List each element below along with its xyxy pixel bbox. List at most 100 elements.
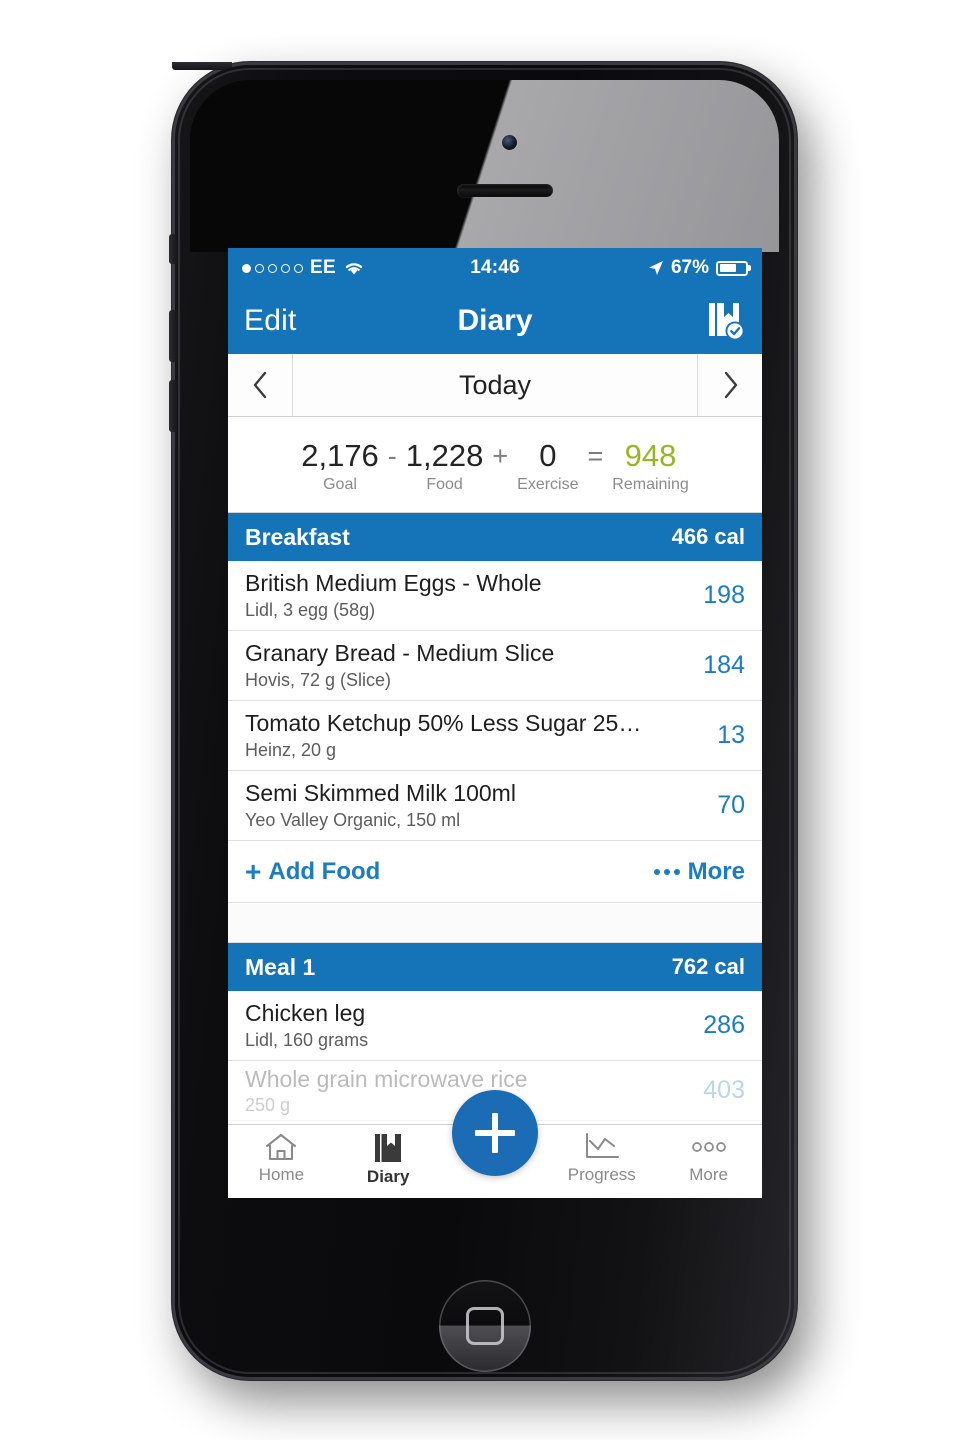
table-row[interactable]: Tomato Ketchup 50% Less Sugar 25… Heinz,… (228, 701, 762, 771)
table-row[interactable]: Semi Skimmed Milk 100ml Yeo Valley Organ… (228, 771, 762, 841)
operator-plus: + (492, 441, 509, 471)
food-calories: 403 (703, 1076, 745, 1105)
food-detail: Lidl, 3 egg (58g) (245, 599, 376, 620)
meal-name: Meal 1 (245, 953, 316, 980)
battery-percent-label: 67% (670, 257, 709, 278)
status-bar-left: EE (242, 257, 365, 279)
food-detail: Heinz, 20 g (245, 739, 337, 760)
tab-diary[interactable]: Diary (335, 1132, 442, 1187)
iphone-device: EE 14:46 67% Edit Diary Today 2,176 Goal… (169, 62, 797, 1380)
food-name: British Medium Eggs - Whole (245, 570, 542, 597)
meal-calories: 762 cal (671, 954, 745, 979)
exercise-value: 0 (539, 437, 557, 473)
food-calories: 13 (717, 720, 745, 749)
food-detail: Yeo Valley Organic, 150 ml (245, 809, 461, 830)
food-detail: Lidl, 160 grams (245, 1029, 369, 1050)
tab-label: Home (258, 1165, 305, 1184)
add-food-row: + Add Food More (228, 841, 762, 903)
phone-top-glass (190, 80, 779, 252)
home-icon (266, 1133, 297, 1161)
food-text: Semi Skimmed Milk 100ml Yeo Valley Organ… (245, 779, 717, 830)
phone-screen: EE 14:46 67% Edit Diary Today 2,176 Goal… (228, 248, 762, 1198)
diary-complete-icon[interactable] (706, 300, 746, 342)
food-calories: 286 (703, 1010, 745, 1039)
page-title: Diary (457, 304, 533, 337)
navigation-bar: Edit Diary (228, 288, 762, 354)
table-row[interactable]: Chicken leg Lidl, 160 grams 286 (228, 991, 762, 1061)
add-food-label: Add Food (268, 857, 381, 885)
food-name: Whole grain microwave rice (245, 1066, 528, 1092)
food-calories: 184 (703, 650, 745, 679)
food-text: Chicken leg Lidl, 160 grams (245, 999, 703, 1050)
food-name: Granary Bread - Medium Slice (245, 640, 555, 667)
volume-up-button[interactable] (169, 310, 177, 362)
food-name: Tomato Ketchup 50% Less Sugar 25… (245, 710, 642, 737)
earpiece-speaker (457, 184, 553, 197)
add-entry-fab-button[interactable] (452, 1090, 538, 1176)
tab-home[interactable]: Home (228, 1132, 335, 1185)
chart-line-icon (585, 1133, 619, 1158)
more-button[interactable]: More (653, 857, 745, 886)
operator-minus: - (387, 441, 397, 471)
home-button[interactable] (438, 1280, 531, 1372)
ellipsis-icon (691, 1142, 726, 1152)
goal-value: 2,176 (301, 437, 379, 473)
meal-header-breakfast[interactable]: Breakfast 466 cal (228, 513, 762, 561)
front-camera-icon (502, 135, 517, 150)
goal-label: Goal (323, 476, 357, 494)
remaining-value: 948 (624, 437, 677, 473)
section-spacer (228, 903, 762, 943)
home-button-square-icon (465, 1307, 504, 1345)
status-bar-right: 67% (648, 257, 751, 279)
silent-switch[interactable] (169, 234, 177, 264)
more-label: More (687, 857, 745, 885)
summary-exercise: 0 Exercise (517, 437, 579, 494)
food-calories: 198 (703, 580, 745, 609)
food-text: Granary Bread - Medium Slice Hovis, 72 g… (245, 639, 703, 690)
next-day-button[interactable] (697, 354, 762, 416)
meal-header-meal-1[interactable]: Meal 1 762 cal (228, 943, 762, 991)
ellipsis-icon (653, 868, 680, 875)
previous-day-button[interactable] (228, 354, 293, 416)
food-value: 1,228 (405, 437, 484, 473)
food-label: Food (426, 476, 463, 494)
chevron-left-icon (253, 371, 266, 399)
food-text: Tomato Ketchup 50% Less Sugar 25… Heinz,… (245, 709, 717, 760)
status-bar-clock: 14:46 (470, 257, 520, 278)
remaining-label: Remaining (612, 476, 689, 494)
tab-label: Progress (567, 1165, 636, 1184)
tab-label: More (689, 1165, 728, 1184)
calorie-summary-bar[interactable]: 2,176 Goal - 1,228 Food + 0 Exercise = 9… (228, 417, 762, 513)
food-detail: Hovis, 72 g (Slice) (245, 669, 392, 690)
current-date-label[interactable]: Today (293, 354, 697, 416)
table-row[interactable]: British Medium Eggs - Whole Lidl, 3 egg … (228, 561, 762, 631)
tab-label: Diary (366, 1167, 410, 1186)
summary-food: 1,228 Food (405, 437, 484, 494)
exercise-label: Exercise (517, 476, 579, 494)
meal-calories: 466 cal (671, 524, 745, 549)
table-row[interactable]: Granary Bread - Medium Slice Hovis, 72 g… (228, 631, 762, 701)
cellular-signal-icon (242, 263, 303, 273)
wifi-icon (345, 263, 363, 275)
battery-icon (716, 260, 751, 276)
tab-progress[interactable]: Progress (548, 1132, 655, 1185)
date-navigator: Today (228, 354, 762, 417)
food-name: Semi Skimmed Milk 100ml (245, 780, 516, 807)
edit-button[interactable]: Edit (244, 304, 297, 338)
location-arrow-icon (648, 261, 663, 275)
food-name: Chicken leg (245, 1000, 366, 1027)
book-icon (375, 1134, 402, 1162)
food-calories: 70 (717, 790, 745, 819)
summary-remaining: 948 Remaining (612, 437, 689, 494)
screen-glass-reflection (190, 80, 779, 252)
meal-name: Breakfast (245, 523, 350, 550)
volume-down-button[interactable] (169, 380, 177, 432)
summary-goal: 2,176 Goal (301, 437, 379, 494)
operator-equals: = (587, 441, 604, 471)
chevron-right-icon (724, 371, 737, 399)
add-food-button[interactable]: + Add Food (245, 855, 381, 887)
plus-icon: + (245, 855, 262, 887)
carrier-label: EE (310, 257, 336, 278)
tab-more[interactable]: More (655, 1132, 762, 1185)
food-text: British Medium Eggs - Whole Lidl, 3 egg … (245, 569, 703, 620)
